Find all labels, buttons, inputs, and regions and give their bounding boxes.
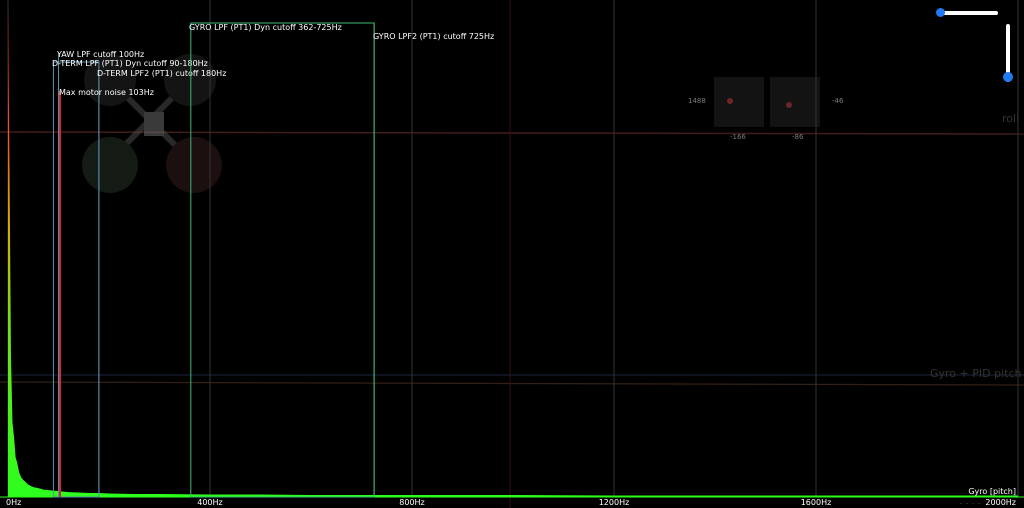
filter-marker-range xyxy=(190,22,375,498)
x-tick-label: 800Hz xyxy=(399,498,424,507)
x-tick-label: 2000Hz xyxy=(985,498,1016,507)
x-tick-label: 1200Hz xyxy=(599,498,630,507)
filter-marker: GYRO LPF (PT1) Dyn cutoff 362-725Hz xyxy=(189,22,375,498)
x-tick-label: 400Hz xyxy=(197,498,222,507)
filter-marker: YAW LPF cutoff 100Hz xyxy=(56,50,144,497)
zoom-y-slider[interactable] xyxy=(1003,24,1013,82)
filter-marker-label: D-TERM LPF (PT1) Dyn cutoff 90-180Hz xyxy=(52,59,208,68)
filter-marker: GYRO LPF2 (PT1) cutoff 725Hz xyxy=(373,23,494,497)
zoom-y-slider-knob[interactable] xyxy=(1003,72,1013,82)
pid-label: Gyro + PID pitch xyxy=(930,367,1021,380)
series-label: Gyro [pitch] xyxy=(968,487,1016,496)
x-tick-label: 1600Hz xyxy=(801,498,832,507)
filter-marker-label: GYRO LPF2 (PT1) cutoff 725Hz xyxy=(373,32,494,41)
filter-marker-label: YAW LPF cutoff 100Hz xyxy=(56,50,144,59)
zoom-x-slider-knob[interactable] xyxy=(936,8,945,17)
roll-label: roll xyxy=(1002,112,1019,125)
x-tick-label: 0Hz xyxy=(6,498,21,507)
filter-marker-label: Max motor noise 103Hz xyxy=(59,88,154,97)
zoom-x-slider[interactable] xyxy=(936,8,998,17)
filter-marker-label: D-TERM LPF2 (PT1) cutoff 180Hz xyxy=(97,69,226,78)
filter-marker: D-TERM LPF (PT1) Dyn cutoff 90-180Hz xyxy=(52,59,208,498)
stick-left-top: 1488 xyxy=(688,97,706,105)
filter-marker-label: GYRO LPF (PT1) Dyn cutoff 362-725Hz xyxy=(189,23,342,32)
stick-left-bottom: -166 xyxy=(730,133,746,141)
stick-boxes: 1488 -46 -166 -86 xyxy=(688,77,844,141)
x-axis-ticks: 0Hz 400Hz 800Hz 1200Hz 1600Hz 2000Hz xyxy=(6,498,1016,507)
spectrum-chart: roll Gyro + PID pitch 1488 -46 -166 -86 xyxy=(0,0,1024,508)
filter-markers: YAW LPF cutoff 100HzD-TERM LPF (PT1) Dyn… xyxy=(52,22,494,498)
controls-info: - - - - xyxy=(960,500,982,507)
stick-right-top: -46 xyxy=(832,97,844,105)
stick-right-bottom: -86 xyxy=(792,133,804,141)
